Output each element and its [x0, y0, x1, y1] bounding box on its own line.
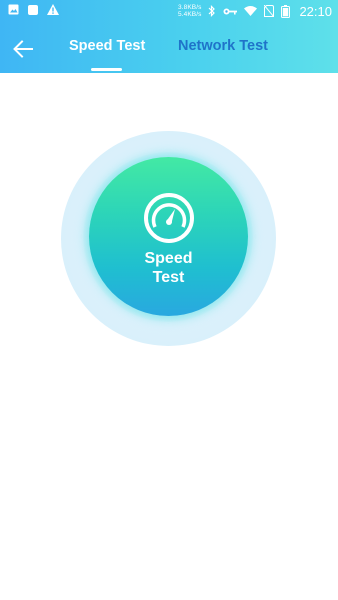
- no-sim-icon: [264, 5, 275, 17]
- warning-icon: [47, 4, 59, 15]
- active-tab-indicator: [91, 68, 122, 71]
- battery-icon: [281, 4, 291, 18]
- status-bar: 3.8KB/s 5.4KB/s 22:10: [0, 0, 338, 22]
- arrow-left-icon: [13, 40, 33, 58]
- status-left-icons: [8, 4, 59, 15]
- square-icon: [28, 4, 38, 15]
- tab-speed-test[interactable]: Speed Test: [69, 38, 145, 54]
- header-bar: 3.8KB/s 5.4KB/s 22:10 Speed Test Network…: [0, 0, 338, 73]
- key-icon: [223, 7, 238, 16]
- bluetooth-icon: [208, 5, 216, 17]
- status-right-icons: 3.8KB/s 5.4KB/s 22:10: [178, 2, 332, 20]
- button-label-line1: Speed: [144, 250, 193, 267]
- image-icon: [8, 4, 19, 15]
- speedometer-icon: [144, 193, 194, 243]
- network-speed: 3.8KB/s 5.4KB/s: [178, 4, 201, 18]
- speed-test-button-label: Speed Test: [89, 249, 248, 287]
- net-down-value: 5.4KB/s: [177, 11, 202, 18]
- button-label-line2: Test: [152, 269, 185, 286]
- tab-network-test[interactable]: Network Test: [178, 38, 268, 54]
- net-up-value: 3.8KB/s: [177, 4, 202, 11]
- back-button[interactable]: [10, 36, 36, 62]
- status-time: 22:10: [299, 3, 332, 19]
- wifi-icon: [244, 6, 258, 16]
- app-root: 3.8KB/s 5.4KB/s 22:10 Speed Test Network…: [0, 0, 338, 600]
